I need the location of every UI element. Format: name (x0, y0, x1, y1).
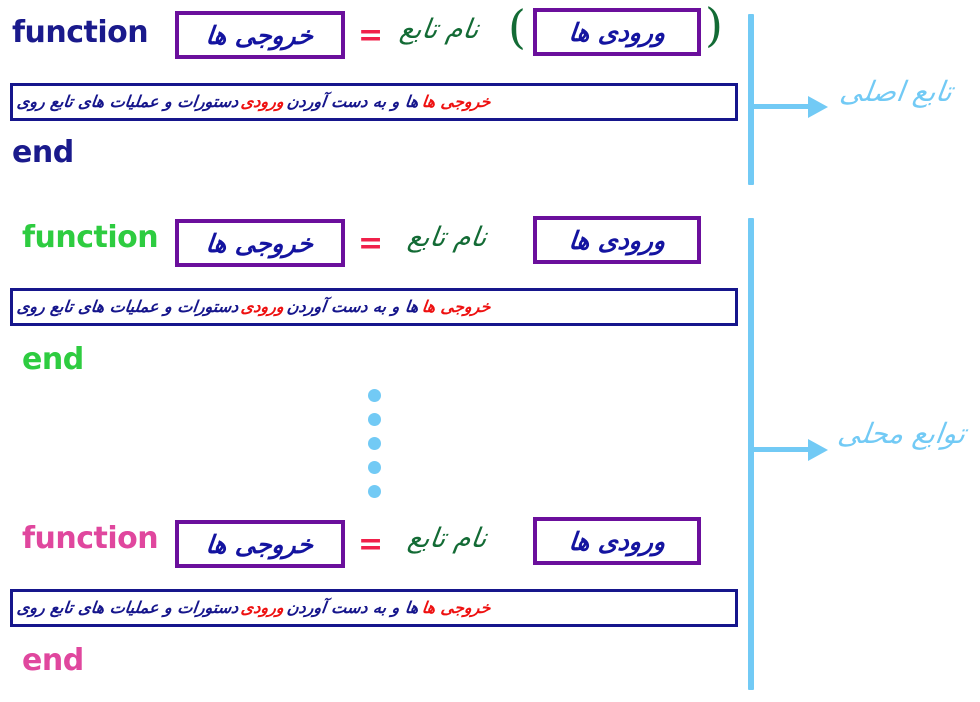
inputs-box-local-first: ورودی ها (533, 216, 701, 264)
ellipsis-dot (368, 389, 381, 402)
body-text-part3: ها و به دست آوردن (286, 92, 420, 111)
function-body-local-last: دستورات و عملیات های تابع روی ورودی ها و… (10, 589, 738, 627)
body-text-part1: دستورات و عملیات های تابع روی (15, 92, 240, 111)
function-keyword-local-last: function (22, 521, 159, 556)
inputs-label-local-first: ورودی ها (567, 225, 667, 255)
function-name-label-local-last: نام تابع (405, 523, 489, 554)
ellipsis-dot (368, 413, 381, 426)
annotation-arrow-head-main (808, 96, 828, 118)
equals-sign-main: = (358, 18, 384, 53)
inputs-box-main: ورودی ها (533, 8, 701, 56)
annotation-bracket-main (748, 14, 754, 185)
annotation-arrow-line-local (752, 447, 810, 452)
body-text-inputs-highlight: ورودی (240, 598, 286, 617)
annotation-arrow-head-local (808, 439, 828, 461)
body-text-part3: ها و به دست آوردن (286, 297, 420, 316)
body-text-outputs-highlight: خروجی ها (420, 598, 492, 617)
function-keyword-local-first: function (22, 220, 159, 255)
function-body-local-first: دستورات و عملیات های تابع روی ورودی ها و… (10, 288, 738, 326)
function-name-label-main: نام تابع (397, 14, 481, 45)
body-text-part1: دستورات و عملیات های تابع روی (15, 598, 240, 617)
annotation-label-main-function: تابع اصلی (837, 75, 955, 108)
paren-open-main: ) (705, 0, 723, 52)
annotation-bracket-local (748, 218, 754, 690)
equals-sign-local-first: = (358, 226, 384, 261)
end-keyword-local-first: end (22, 342, 84, 377)
end-keyword-main: end (12, 135, 74, 170)
body-text-outputs-highlight: خروجی ها (420, 92, 492, 111)
outputs-label-local-last: خروجی ها (204, 529, 316, 559)
inputs-label-local-last: ورودی ها (567, 526, 667, 556)
outputs-label-local-first: خروجی ها (204, 228, 316, 258)
function-keyword-main: function (12, 15, 149, 50)
body-text-inputs-highlight: ورودی (240, 92, 286, 111)
body-text-outputs-highlight: خروجی ها (420, 297, 492, 316)
end-keyword-local-last: end (22, 643, 84, 678)
inputs-box-local-last: ورودی ها (533, 517, 701, 565)
ellipsis-dot (368, 485, 381, 498)
outputs-label-main: خروجی ها (204, 20, 316, 50)
body-text-part1: دستورات و عملیات های تابع روی (15, 297, 240, 316)
outputs-box-local-last: خروجی ها (175, 520, 345, 568)
ellipsis-dot (368, 437, 381, 450)
inputs-label-main: ورودی ها (567, 17, 667, 47)
annotation-arrow-line-main (752, 104, 810, 109)
ellipsis-dot (368, 461, 381, 474)
paren-close-main: ( (508, 0, 526, 54)
body-text-inputs-highlight: ورودی (240, 297, 286, 316)
annotation-label-local-functions: توابع محلی (835, 417, 968, 450)
function-name-label-local-first: نام تابع (405, 222, 489, 253)
function-body-main: دستورات و عملیات های تابع روی ورودی ها و… (10, 83, 738, 121)
diagram-canvas: { "colors": { "main_function_keyword": "… (0, 0, 980, 702)
equals-sign-local-last: = (358, 527, 384, 562)
outputs-box-main: خروجی ها (175, 11, 345, 59)
body-text-part3: ها و به دست آوردن (286, 598, 420, 617)
outputs-box-local-first: خروجی ها (175, 219, 345, 267)
